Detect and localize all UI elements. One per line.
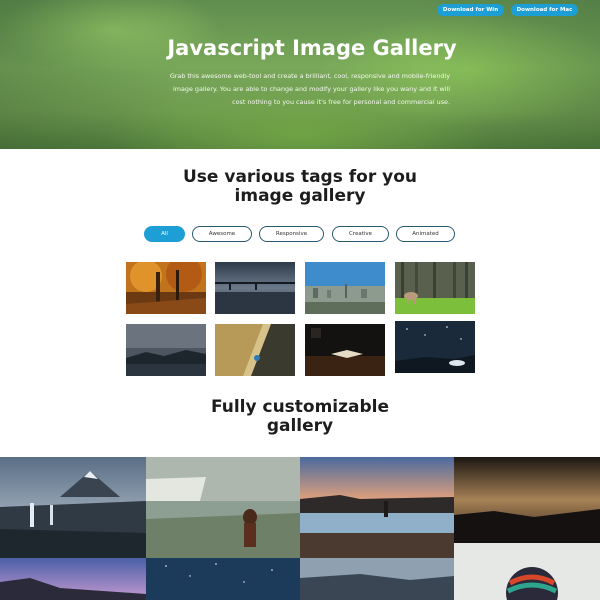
tags-section-title: Use various tags for you image gallery bbox=[150, 168, 450, 206]
download-win-button[interactable]: Download for Win bbox=[437, 4, 504, 16]
thumb-deer-forest[interactable] bbox=[395, 262, 475, 314]
thumb-city-skyline[interactable] bbox=[305, 262, 385, 314]
thumb-autumn-forest[interactable] bbox=[126, 262, 206, 314]
download-mac-button[interactable]: Download for Mac bbox=[511, 4, 578, 16]
custom-title-line2: gallery bbox=[266, 416, 334, 436]
gallery-dark-clouds[interactable] bbox=[454, 457, 600, 543]
gallery-purple-dusk[interactable] bbox=[0, 558, 146, 600]
hero-section: Download for Win Download for Mac Javasc… bbox=[0, 0, 600, 149]
tag-creative[interactable]: Creative bbox=[332, 226, 389, 242]
thumb-stormy-coast[interactable] bbox=[126, 324, 206, 376]
tags-title-line2: image gallery bbox=[234, 186, 366, 206]
gallery-beach-sunset[interactable] bbox=[300, 457, 454, 558]
gallery-iceland-mountain[interactable] bbox=[0, 457, 146, 558]
gallery-starry-sky[interactable] bbox=[146, 558, 300, 600]
tag-awesome[interactable]: Awesome bbox=[192, 226, 252, 242]
gallery-hot-air-balloon[interactable] bbox=[454, 543, 600, 600]
hero-description: Grab this awesome web-tool and create a … bbox=[169, 72, 450, 106]
tag-responsive[interactable]: Responsive bbox=[259, 226, 324, 242]
custom-section-title: Fully customizable gallery bbox=[150, 398, 450, 436]
custom-title-line1: Fully customizable bbox=[210, 397, 390, 417]
hero-title: Javascript Image Gallery bbox=[167, 36, 457, 60]
tag-animated[interactable]: Animated bbox=[396, 226, 455, 242]
gallery-cloudy-ridge[interactable] bbox=[300, 558, 454, 600]
tag-all[interactable]: All bbox=[144, 226, 185, 242]
thumb-bridge-dusk[interactable] bbox=[215, 262, 295, 314]
thumb-aerial-coast[interactable] bbox=[215, 324, 295, 376]
thumb-night-sky[interactable] bbox=[395, 321, 475, 373]
tags-title-line1: Use various tags for you bbox=[183, 167, 417, 187]
thumb-open-book[interactable] bbox=[305, 324, 385, 376]
gallery-cliff-woman[interactable] bbox=[146, 457, 300, 558]
